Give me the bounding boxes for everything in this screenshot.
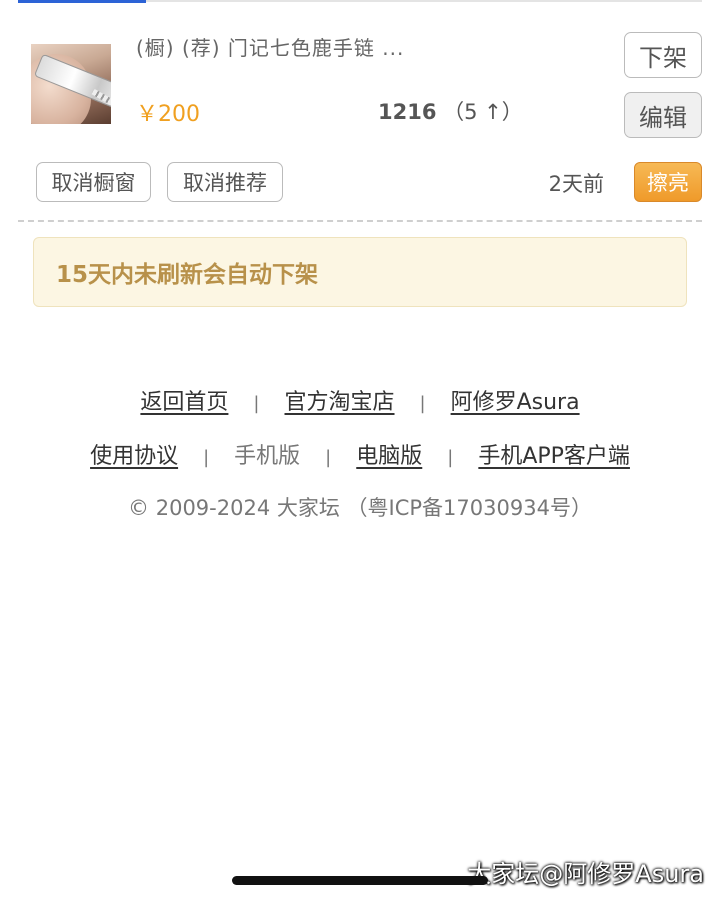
footer-separator: | <box>253 393 260 414</box>
item-price: ￥200 <box>136 102 200 127</box>
take-offline-button[interactable]: 下架 <box>624 32 702 78</box>
footer-link-user-profile[interactable]: 阿修罗Asura <box>451 390 580 415</box>
refresh-time: 2天前 <box>548 172 604 196</box>
footer-separator: | <box>419 393 426 414</box>
footer-link-app-client[interactable]: 手机APP客户端 <box>478 444 630 469</box>
footer-link-terms[interactable]: 使用协议 <box>90 444 178 469</box>
copyright-text: © 2009-2024 大家坛 （粤ICP备17030934号） <box>128 496 592 520</box>
footer-row-1: 返回首页 | 官方淘宝店 | 阿修罗Asura <box>0 384 720 416</box>
footer-link-taobao-store[interactable]: 官方淘宝店 <box>285 390 395 415</box>
edit-button[interactable]: 编辑 <box>624 92 702 138</box>
view-count-number: 1216 <box>378 100 437 124</box>
footer-row-2: 使用协议 | 手机版 | 电脑版 | 手机APP客户端 <box>0 438 720 470</box>
refresh-button[interactable]: 擦亮 <box>634 162 702 202</box>
footer-separator: | <box>325 447 332 468</box>
item-title[interactable]: (橱) (荐) 门记七色鹿手链 ... <box>136 32 404 61</box>
auto-offline-notice: 15天内未刷新会自动下架 <box>33 237 687 307</box>
view-count-increase: （5 ↑） <box>443 100 523 124</box>
dashed-divider <box>18 220 702 222</box>
cancel-window-button[interactable]: 取消橱窗 <box>36 162 151 202</box>
footer-separator: | <box>447 447 454 468</box>
cancel-recommend-button[interactable]: 取消推荐 <box>167 162 283 202</box>
view-count: 1216 （5 ↑） <box>378 96 523 126</box>
notice-text: 15天内未刷新会自动下架 <box>56 262 319 288</box>
footer-current-mobile-version: 手机版 <box>234 444 301 469</box>
watermark-text: 大家坛@阿修罗Asura <box>467 860 704 888</box>
listing-item: (橱) (荐) 门记七色鹿手链 ... ￥200 1216 （5 ↑） 下架 编… <box>18 26 702 216</box>
active-tab-indicator <box>18 0 146 3</box>
product-thumbnail[interactable] <box>31 44 111 124</box>
footer-separator: | <box>203 447 210 468</box>
footer-link-desktop-version[interactable]: 电脑版 <box>356 444 422 469</box>
footer-link-home[interactable]: 返回首页 <box>140 390 228 415</box>
home-indicator-bar[interactable] <box>232 876 488 885</box>
